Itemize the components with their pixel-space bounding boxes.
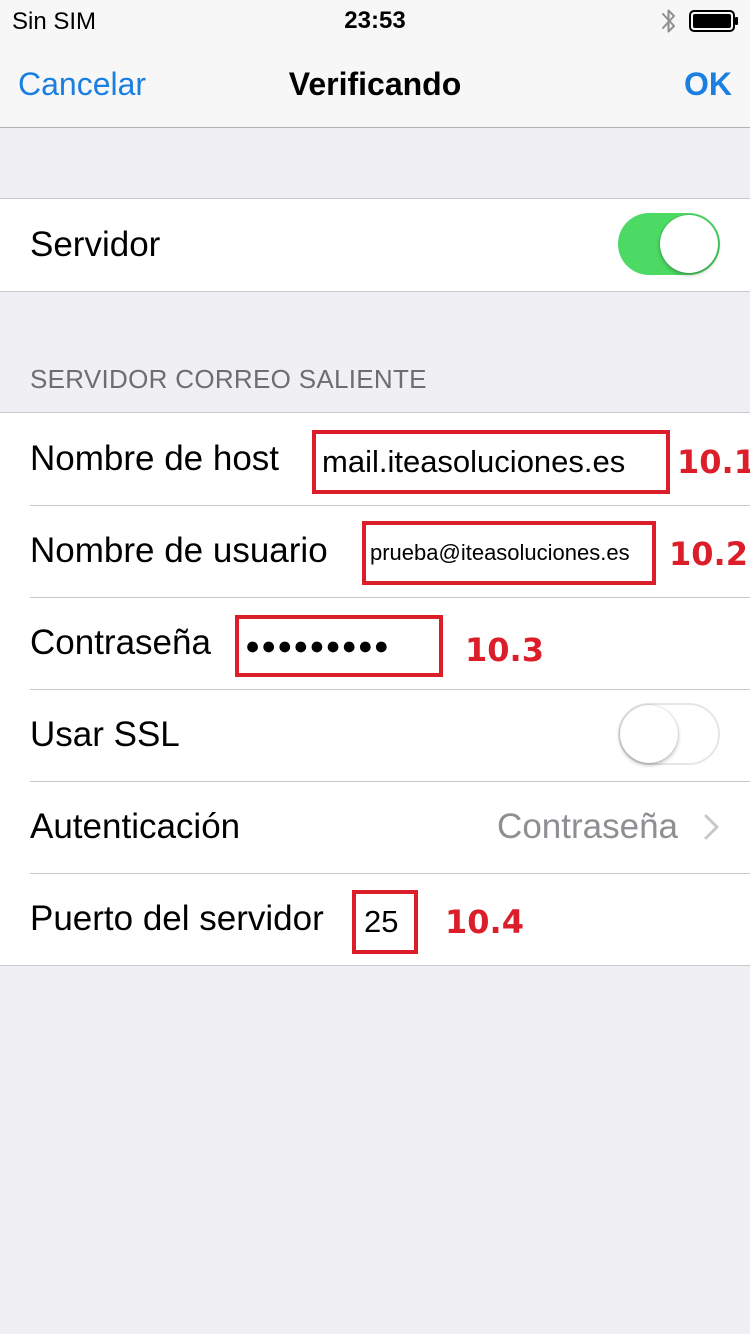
ssl-row: Usar SSL — [0, 689, 750, 781]
page-title: Verificando — [288, 66, 462, 102]
navigation-bar: Cancelar Verificando OK — [0, 40, 750, 128]
section-header-outgoing: SERVIDOR CORREO SALIENTE — [30, 364, 427, 394]
ssl-toggle[interactable] — [618, 703, 720, 765]
username-label: Nombre de usuario — [30, 531, 328, 570]
hostname-field[interactable]: mail.iteasoluciones.es — [312, 430, 670, 494]
port-label: Puerto del servidor — [30, 899, 324, 938]
authentication-value: Contraseña — [497, 807, 678, 846]
annotation-label: 10.3 — [465, 631, 544, 669]
toggle-knob — [620, 705, 678, 763]
password-field[interactable]: ●●●●●●●●● — [235, 615, 443, 677]
chevron-right-icon — [704, 814, 719, 840]
authentication-row[interactable]: Autenticación Contraseña — [0, 781, 750, 873]
hostname-label: Nombre de host — [30, 439, 280, 478]
port-field[interactable]: 25 — [352, 890, 418, 954]
server-row: Servidor — [0, 199, 750, 291]
password-label: Contraseña — [30, 623, 211, 662]
annotation-label: 10.1 — [677, 443, 750, 481]
password-row[interactable]: Contraseña ●●●●●●●●● 10.3 — [0, 597, 750, 689]
username-row[interactable]: Nombre de usuario prueba@iteasoluciones.… — [0, 505, 750, 597]
annotation-label: 10.2 — [669, 535, 748, 573]
annotation-label: 10.4 — [445, 903, 524, 941]
battery-icon — [689, 10, 738, 32]
outgoing-server-group: Nombre de host mail.iteasoluciones.es 10… — [0, 412, 750, 966]
port-row[interactable]: Puerto del servidor 25 10.4 — [0, 873, 750, 965]
server-group: Servidor — [0, 198, 750, 292]
server-label: Servidor — [30, 225, 161, 264]
status-time: 23:53 — [344, 7, 406, 34]
server-toggle[interactable] — [618, 213, 720, 275]
status-bar: Sin SIM 23:53 — [0, 0, 750, 40]
ok-button[interactable]: OK — [684, 66, 732, 103]
toggle-knob — [660, 215, 718, 273]
authentication-label: Autenticación — [30, 807, 241, 846]
username-field[interactable]: prueba@iteasoluciones.es — [362, 521, 656, 585]
ssl-label: Usar SSL — [30, 715, 180, 754]
hostname-row[interactable]: Nombre de host mail.iteasoluciones.es 10… — [0, 413, 750, 505]
bluetooth-icon — [662, 9, 675, 33]
